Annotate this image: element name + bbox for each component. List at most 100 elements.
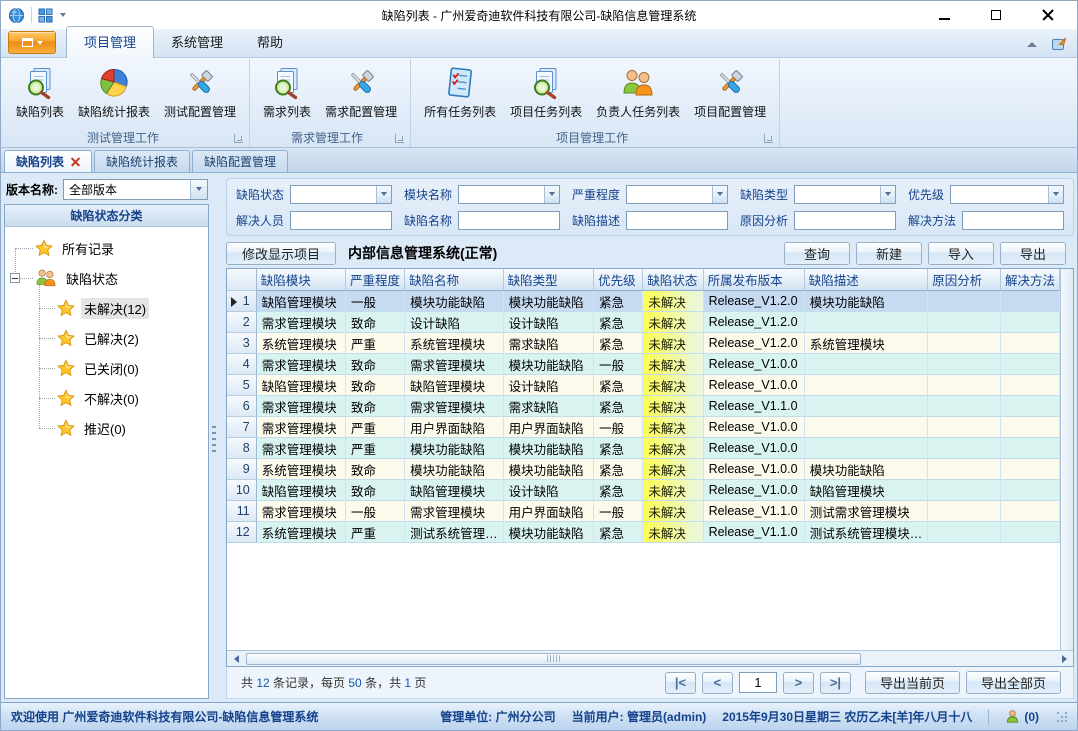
cell-release[interactable]: Release_V1.0.0 bbox=[704, 480, 805, 501]
cell-type[interactable]: 设计缺陷 bbox=[504, 375, 595, 396]
filter-combo-module-name[interactable] bbox=[458, 185, 560, 204]
close-tab-icon[interactable] bbox=[71, 157, 80, 166]
cell-status[interactable]: 未解决 bbox=[643, 501, 703, 522]
filter-combo-defect-status[interactable] bbox=[290, 185, 392, 204]
cell-status[interactable]: 未解决 bbox=[643, 459, 703, 480]
cell-type[interactable]: 模块功能缺陷 bbox=[504, 438, 595, 459]
cell-analysis[interactable] bbox=[928, 480, 1001, 501]
cell-name[interactable]: 模块功能缺陷 bbox=[405, 459, 504, 480]
style-switcher-icon[interactable] bbox=[1051, 36, 1067, 52]
tree-item-defect-status[interactable]: 缺陷状态 bbox=[5, 263, 208, 293]
column-header-solution[interactable]: 解决方法 bbox=[1001, 269, 1060, 291]
ribbon-button-req-config[interactable]: 需求配置管理 bbox=[318, 62, 404, 122]
cell-severity[interactable]: 致命 bbox=[346, 459, 405, 480]
cell-module[interactable]: 需求管理模块 bbox=[257, 354, 346, 375]
cell-priority[interactable]: 紧急 bbox=[594, 480, 643, 501]
last-page-button[interactable]: >| bbox=[820, 672, 851, 694]
ribbon-button-req-list[interactable]: 需求列表 bbox=[256, 62, 318, 122]
filter-combo-severity[interactable] bbox=[626, 185, 728, 204]
row-header[interactable]: 6 bbox=[227, 396, 257, 417]
cell-module[interactable]: 需求管理模块 bbox=[257, 438, 346, 459]
cell-release[interactable]: Release_V1.0.0 bbox=[704, 375, 805, 396]
cell-analysis[interactable] bbox=[928, 312, 1001, 333]
cell-solution[interactable] bbox=[1001, 312, 1060, 333]
ribbon-button-project-tasks[interactable]: 项目任务列表 bbox=[503, 62, 589, 122]
cell-name[interactable]: 需求管理模块 bbox=[405, 396, 504, 417]
cell-module[interactable]: 需求管理模块 bbox=[257, 501, 346, 522]
document-tab-defect-config[interactable]: 缺陷配置管理 bbox=[192, 150, 288, 172]
document-tab-defect-report[interactable]: 缺陷统计报表 bbox=[94, 150, 190, 172]
cell-name[interactable]: 系统管理模块 bbox=[405, 333, 504, 354]
table-row[interactable]: 11需求管理模块一般需求管理模块用户界面缺陷一般未解决Release_V1.1.… bbox=[227, 501, 1060, 522]
vertical-scrollbar[interactable] bbox=[1060, 269, 1073, 650]
row-header[interactable]: 5 bbox=[227, 375, 257, 396]
cell-priority[interactable]: 紧急 bbox=[594, 396, 643, 417]
row-header[interactable]: 3 bbox=[227, 333, 257, 354]
cell-module[interactable]: 缺陷管理模块 bbox=[257, 480, 346, 501]
cell-release[interactable]: Release_V1.2.0 bbox=[704, 333, 805, 354]
cell-status[interactable]: 未解决 bbox=[643, 480, 703, 501]
cell-type[interactable]: 模块功能缺陷 bbox=[504, 522, 595, 543]
cell-analysis[interactable] bbox=[928, 396, 1001, 417]
export-current-page-button[interactable]: 导出当前页 bbox=[865, 671, 960, 694]
table-row[interactable]: 7需求管理模块严重用户界面缺陷用户界面缺陷一般未解决Release_V1.0.0 bbox=[227, 417, 1060, 438]
modify-display-button[interactable]: 修改显示项目 bbox=[226, 242, 336, 265]
table-row[interactable]: 4需求管理模块致命需求管理模块模块功能缺陷一般未解决Release_V1.0.0 bbox=[227, 354, 1060, 375]
cell-severity[interactable]: 致命 bbox=[346, 396, 405, 417]
query-button[interactable]: 查询 bbox=[784, 242, 850, 265]
cell-release[interactable]: Release_V1.0.0 bbox=[704, 459, 805, 480]
cell-module[interactable]: 需求管理模块 bbox=[257, 417, 346, 438]
column-header-type[interactable]: 缺陷类型 bbox=[504, 269, 595, 291]
cell-type[interactable]: 用户界面缺陷 bbox=[504, 501, 595, 522]
cell-solution[interactable] bbox=[1001, 375, 1060, 396]
cell-desc[interactable]: 测试需求管理模块 bbox=[805, 501, 929, 522]
cell-release[interactable]: Release_V1.1.0 bbox=[704, 396, 805, 417]
cell-name[interactable]: 缺陷管理模块 bbox=[405, 375, 504, 396]
cell-analysis[interactable] bbox=[928, 522, 1001, 543]
cell-severity[interactable]: 严重 bbox=[346, 522, 405, 543]
row-header[interactable]: 9 bbox=[227, 459, 257, 480]
row-header[interactable]: 10 bbox=[227, 480, 257, 501]
tree-item-closed[interactable]: 已关闭(0) bbox=[5, 353, 208, 383]
cell-analysis[interactable] bbox=[928, 417, 1001, 438]
cell-severity[interactable]: 致命 bbox=[346, 354, 405, 375]
cell-desc[interactable]: 模块功能缺陷 bbox=[805, 291, 929, 312]
table-row[interactable]: 3系统管理模块严重系统管理模块需求缺陷紧急未解决Release_V1.2.0系统… bbox=[227, 333, 1060, 354]
chevron-down-icon[interactable] bbox=[60, 13, 66, 17]
column-header-desc[interactable]: 缺陷描述 bbox=[805, 269, 929, 291]
cell-desc[interactable] bbox=[805, 417, 929, 438]
cell-type[interactable]: 模块功能缺陷 bbox=[504, 291, 595, 312]
cell-priority[interactable]: 紧急 bbox=[594, 522, 643, 543]
cell-analysis[interactable] bbox=[928, 501, 1001, 522]
filter-combo-defect-type[interactable] bbox=[794, 185, 896, 204]
row-header[interactable]: 11 bbox=[227, 501, 257, 522]
cell-name[interactable]: 需求管理模块 bbox=[405, 354, 504, 375]
cell-status[interactable]: 未解决 bbox=[643, 396, 703, 417]
cell-analysis[interactable] bbox=[928, 459, 1001, 480]
cell-name[interactable]: 设计缺陷 bbox=[405, 312, 504, 333]
cell-solution[interactable] bbox=[1001, 396, 1060, 417]
splitter-handle[interactable] bbox=[209, 178, 218, 699]
cell-solution[interactable] bbox=[1001, 417, 1060, 438]
column-header-module[interactable]: 缺陷模块 bbox=[257, 269, 346, 291]
cell-analysis[interactable] bbox=[928, 375, 1001, 396]
cell-status[interactable]: 未解决 bbox=[643, 312, 703, 333]
filter-text-defect-name[interactable] bbox=[458, 211, 560, 230]
cell-solution[interactable] bbox=[1001, 501, 1060, 522]
create-button[interactable]: 新建 bbox=[856, 242, 922, 265]
cell-name[interactable]: 用户界面缺陷 bbox=[405, 417, 504, 438]
cell-solution[interactable] bbox=[1001, 438, 1060, 459]
tree-item-resolved[interactable]: 已解决(2) bbox=[5, 323, 208, 353]
dropdown-arrow-icon[interactable] bbox=[190, 180, 207, 199]
cell-desc[interactable]: 模块功能缺陷 bbox=[805, 459, 929, 480]
horizontal-scrollbar[interactable] bbox=[227, 650, 1073, 666]
export-button[interactable]: 导出 bbox=[1000, 242, 1066, 265]
close-button[interactable] bbox=[1035, 4, 1061, 26]
scroll-right-arrow-icon[interactable] bbox=[1056, 652, 1072, 665]
cell-severity[interactable]: 致命 bbox=[346, 375, 405, 396]
cell-release[interactable]: Release_V1.1.0 bbox=[704, 501, 805, 522]
dialog-launcher-icon[interactable] bbox=[395, 134, 404, 143]
cell-module[interactable]: 需求管理模块 bbox=[257, 312, 346, 333]
row-header[interactable]: 1 bbox=[227, 291, 257, 312]
cell-desc[interactable] bbox=[805, 396, 929, 417]
